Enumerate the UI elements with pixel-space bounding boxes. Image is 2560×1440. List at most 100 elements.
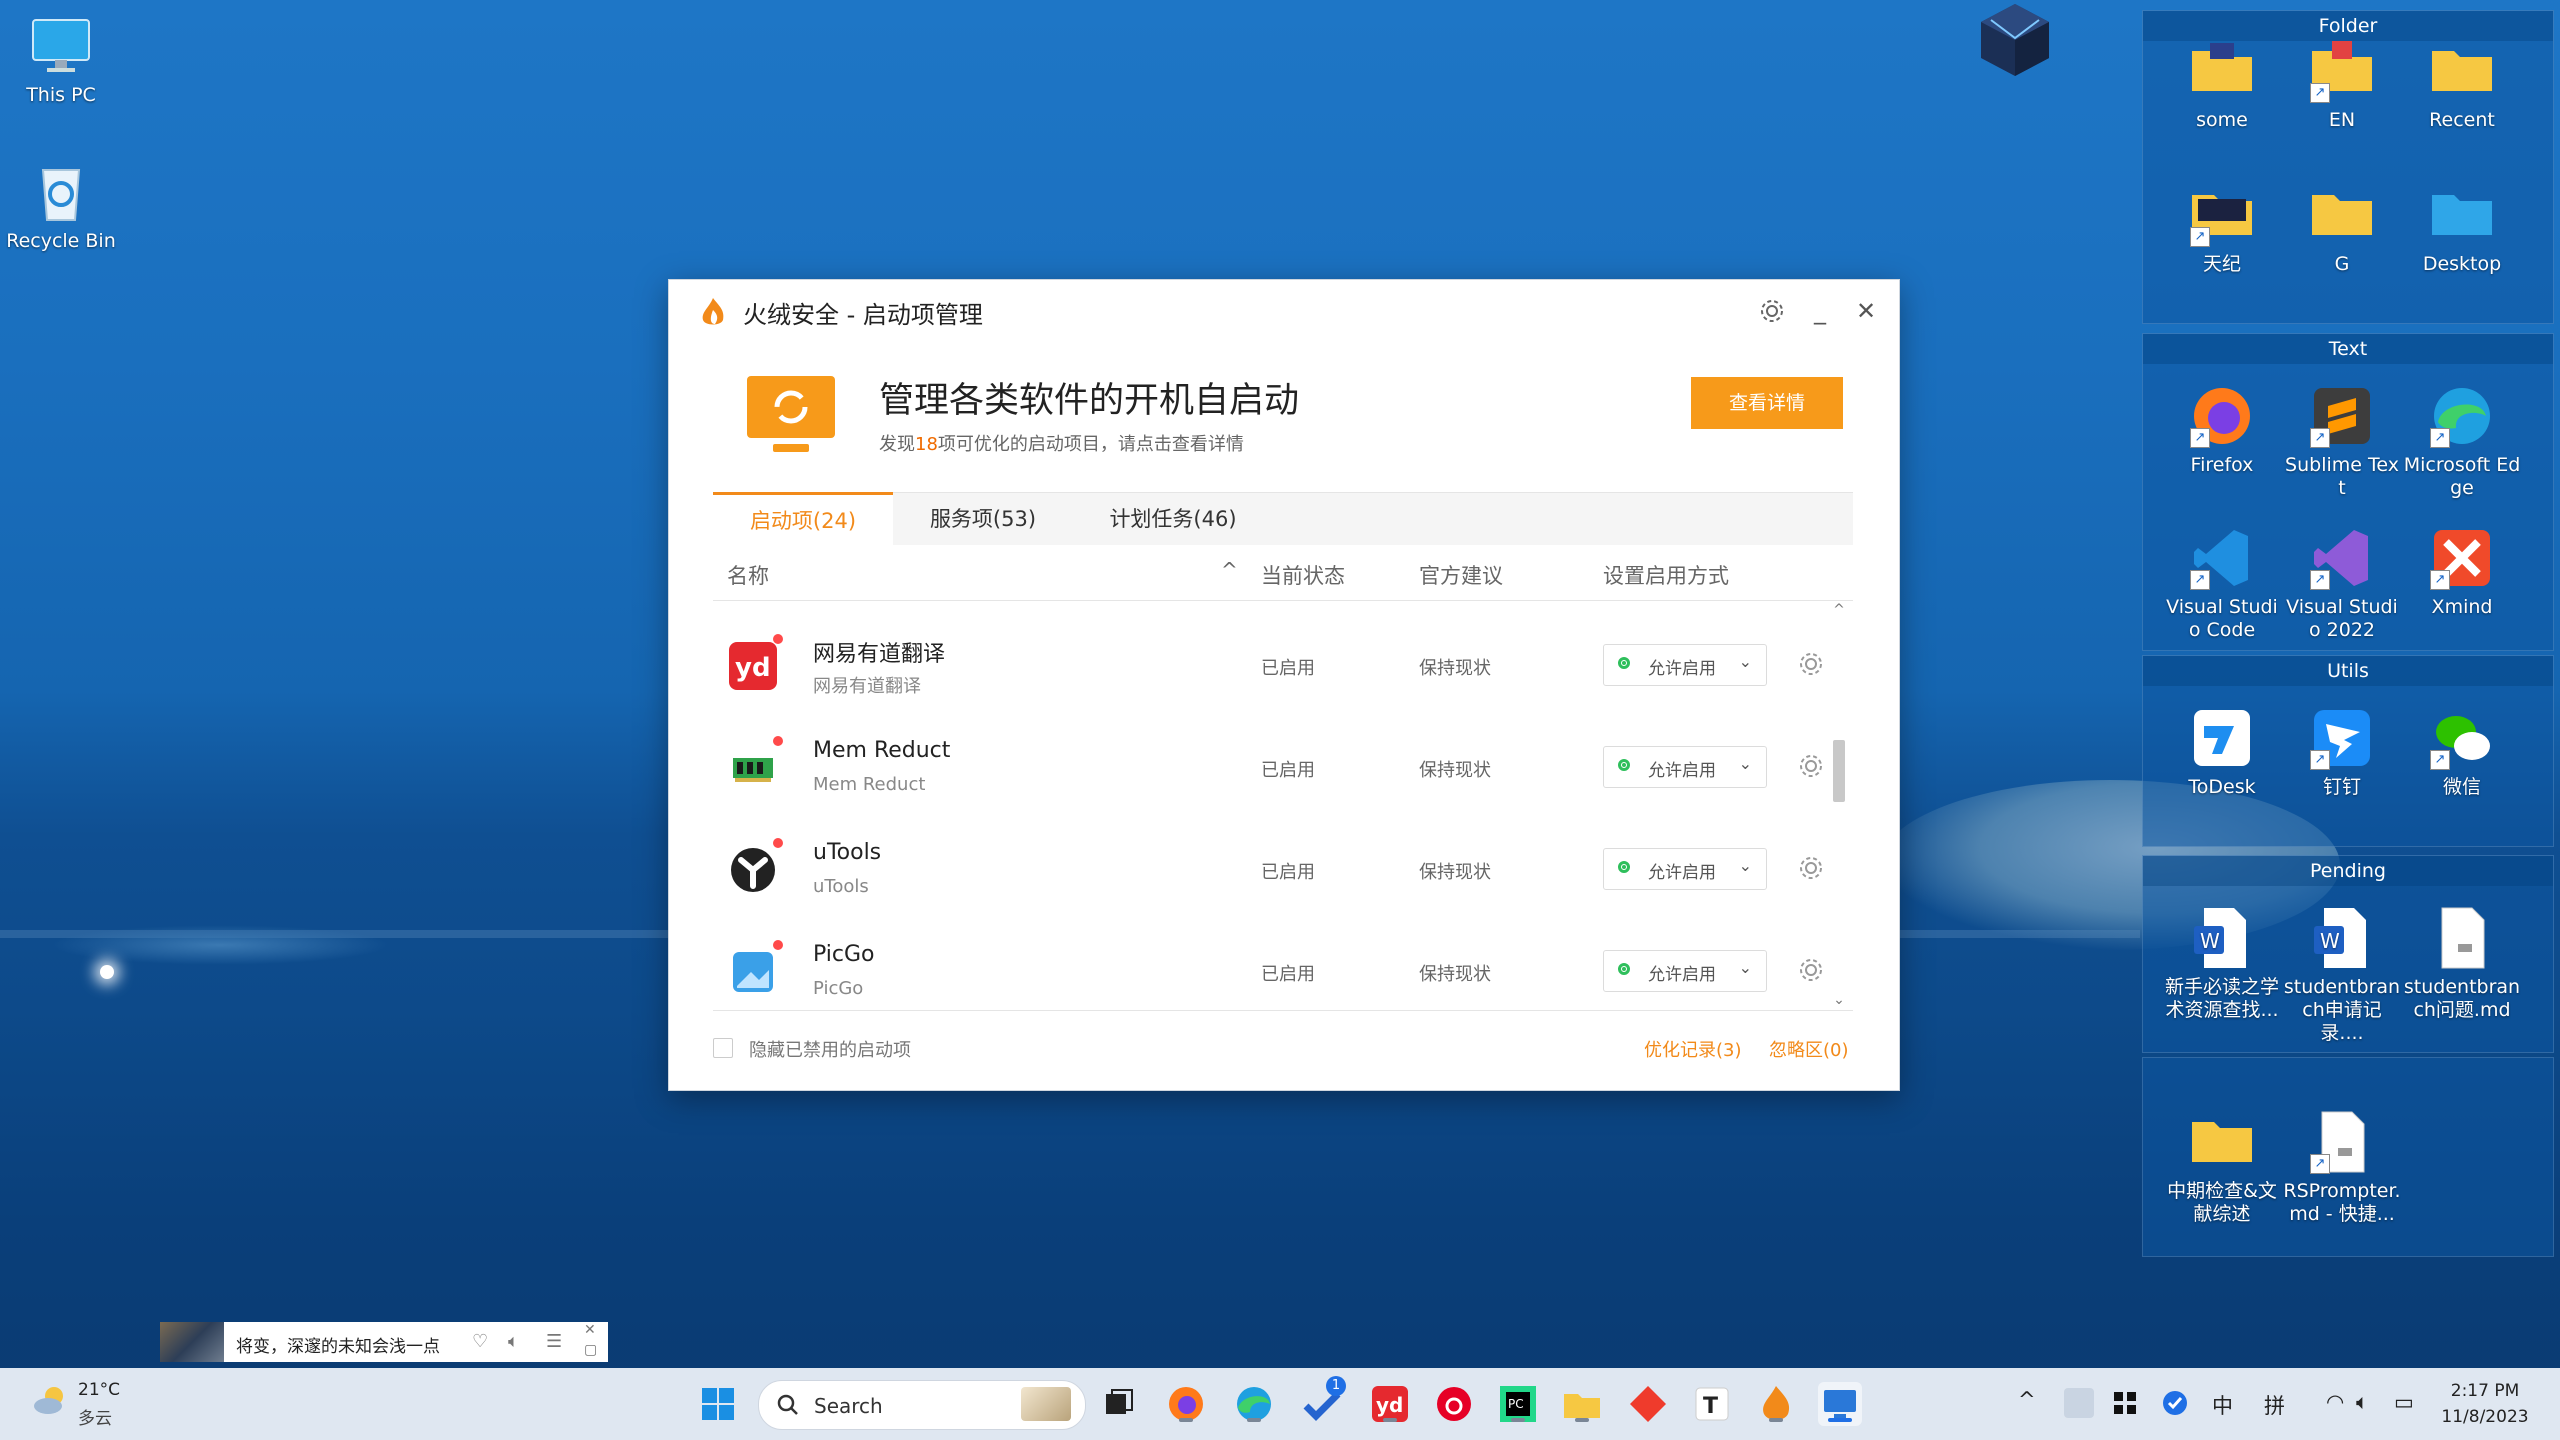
fence-utils: Utils ToDesk ↗ 钉钉 ↗ 微信 [2142, 655, 2554, 847]
row-settings-gear-icon[interactable] [1797, 956, 1825, 984]
fence-item-edge[interactable]: ↗ Microsoft Ed ge [2403, 382, 2521, 500]
scroll-up-arrow-icon[interactable]: ^ [1832, 602, 1846, 618]
music-lyrics-widget[interactable]: 将变，深邃的未知会浅一点 ♡ 🔈︎ ☰ ✕ ▢ [160, 1322, 608, 1362]
close-button[interactable]: ✕ [1849, 294, 1883, 328]
tray-check-icon[interactable] [2160, 1388, 2190, 1418]
hide-disabled-checkbox[interactable] [713, 1038, 733, 1058]
app-name: PicGo [813, 942, 875, 967]
app-publisher: 网易有道翻译 [813, 676, 921, 697]
minimize-button[interactable]: _ [1803, 294, 1837, 328]
table-row[interactable]: uTools uTools 已启用 保持现状 允许启用 ⌄ [713, 820, 1823, 922]
wifi-icon[interactable]: ◠ [2326, 1390, 2344, 1414]
footer-divider [713, 1010, 1853, 1011]
fence-item-recent[interactable]: Recent [2403, 37, 2521, 132]
fence-item-desktop[interactable]: Desktop [2403, 181, 2521, 276]
tab-startup-items[interactable]: 启动项(24) [713, 492, 893, 547]
official-advice: 保持现状 [1419, 964, 1491, 985]
table-row[interactable]: yd 网易有道翻译 网易有道翻译 已启用 保持现状 允许启用 ⌄ [713, 616, 1823, 718]
enable-mode-select[interactable]: 允许启用 ⌄ [1603, 746, 1767, 788]
fence-item-en[interactable]: ↗ EN [2283, 37, 2401, 132]
table-row[interactable]: Mem Reduct Mem Reduct 已启用 保持现状 允许启用 ⌄ [713, 718, 1823, 820]
sort-ascending-icon[interactable]: ^ [1221, 558, 1238, 582]
desktop-icon-recycle-bin[interactable]: Recycle Bin [6, 160, 116, 252]
youdao-taskbar-icon[interactable]: yd [1368, 1382, 1412, 1426]
todesk-icon [2188, 704, 2256, 772]
fence-item-xmind[interactable]: ↗ Xmind [2403, 524, 2521, 619]
running-indicator [1575, 1418, 1589, 1422]
tab-services[interactable]: 服务项(53) [893, 493, 1073, 545]
title-bar[interactable]: 火绒安全 - 启动项管理 _ ✕ [669, 280, 1899, 340]
fence-item-wechat[interactable]: ↗ 微信 [2403, 704, 2521, 799]
ignore-zone-link[interactable]: 忽略区(0) [1769, 1036, 1849, 1062]
fence-item-some[interactable]: some [2163, 37, 2281, 132]
todo-taskbar-icon[interactable]: 1 [1300, 1376, 1346, 1426]
netease-music-taskbar-icon[interactable] [1432, 1382, 1476, 1426]
fence-item-g[interactable]: G [2283, 181, 2401, 276]
playlist-icon[interactable]: ☰ [546, 1331, 562, 1352]
fence-folder: Folder some ↗ EN Recent ↗ 天纪 G Desktop [2142, 10, 2554, 324]
fence-item-sublime[interactable]: ↗ Sublime Tex t [2283, 382, 2401, 500]
ime-language[interactable]: 中 [2212, 1390, 2233, 1420]
typora-taskbar-icon[interactable]: T [1690, 1382, 1734, 1426]
row-settings-gear-icon[interactable] [1797, 854, 1825, 882]
enable-mode-select[interactable]: 允许启用 ⌄ [1603, 848, 1767, 890]
startup-manager-window: 火绒安全 - 启动项管理 _ ✕ 管理各类软件的开机自启动 发现18项可优化的启… [668, 279, 1900, 1091]
tab-scheduled-tasks[interactable]: 计划任务(46) [1073, 493, 1273, 545]
fence-item-firefox[interactable]: ↗ Firefox [2163, 382, 2281, 477]
scrollbar-thumb[interactable] [1833, 740, 1845, 802]
fence-item-doc-2[interactable]: W studentbran ch申请记录.... [2283, 904, 2401, 1045]
search-highlight-image [1021, 1387, 1071, 1421]
row-settings-gear-icon[interactable] [1797, 752, 1825, 780]
optimizable-count: 18 [915, 434, 938, 455]
fence-item-md-1[interactable]: studentbran ch问题.md [2403, 904, 2521, 1022]
column-name[interactable]: 名称 [727, 560, 769, 590]
system-clock[interactable]: 2:17 PM 11/8/2023 [2430, 1378, 2540, 1430]
desktop-icon-label: Recycle Bin [6, 230, 116, 252]
folder-icon [2428, 37, 2496, 105]
fence-item-visual-studio[interactable]: ↗ Visual Studi o 2022 [2283, 524, 2401, 642]
ime-mode[interactable]: 拼 [2264, 1390, 2285, 1420]
heart-icon[interactable]: ♡ [472, 1331, 488, 1352]
weather-widget[interactable]: 21°C 多云 [30, 1380, 120, 1429]
table-row[interactable]: PicGo PicGo 已启用 保持现状 允许启用 ⌄ [713, 922, 1823, 1024]
firefox-taskbar-icon[interactable] [1164, 1382, 1208, 1426]
show-hidden-icons-chevron-icon[interactable]: ^ [2018, 1388, 2036, 1412]
settings-gear-icon[interactable] [1755, 294, 1789, 328]
desktop-icon-this-pc[interactable]: This PC [6, 14, 116, 106]
view-details-button[interactable]: 查看详情 [1691, 377, 1843, 429]
enable-mode-select[interactable]: 允许启用 ⌄ [1603, 950, 1767, 992]
fence-item-vscode[interactable]: ↗ Visual Studi o Code [2163, 524, 2281, 642]
remote-desktop-taskbar-icon[interactable] [1818, 1382, 1862, 1426]
cube-widget-icon[interactable] [1975, 0, 2055, 80]
sublime-text-icon: ↗ [2308, 382, 2376, 450]
task-view-icon[interactable] [1096, 1382, 1140, 1426]
edge-taskbar-icon[interactable] [1232, 1382, 1276, 1426]
fence-item-midterm-folder[interactable]: 中期检查&文 献综述 [2163, 1108, 2281, 1226]
notification-badge: 1 [1326, 1376, 1346, 1396]
shortcut-arrow-icon: ↗ [2430, 570, 2450, 590]
fence-item-tianji[interactable]: ↗ 天纪 [2163, 181, 2281, 276]
battery-icon[interactable]: ▭ [2394, 1390, 2414, 1414]
row-settings-gear-icon[interactable] [1797, 650, 1825, 678]
fence-item-rsprompter[interactable]: ↗ RSPrompter. md - 快捷... [2283, 1108, 2401, 1226]
optimize-log-link[interactable]: 优化记录(3) [1644, 1036, 1742, 1062]
expand-icon[interactable]: ▢ [584, 1342, 597, 1358]
fence-item-doc-1[interactable]: W 新手必读之学 术资源查找... [2163, 904, 2281, 1022]
tray-app-icon[interactable] [2064, 1388, 2094, 1418]
taskbar-search[interactable]: Search [758, 1380, 1086, 1430]
enable-mode-select[interactable]: 允许启用 ⌄ [1603, 644, 1767, 686]
file-explorer-taskbar-icon[interactable] [1560, 1382, 1604, 1426]
album-art [160, 1322, 224, 1362]
close-icon[interactable]: ✕ [584, 1322, 596, 1338]
fence-item-dingtalk[interactable]: ↗ 钉钉 [2283, 704, 2401, 799]
fence-item-todesk[interactable]: ToDesk [2163, 704, 2281, 799]
volume-icon[interactable]: 🔈︎ [508, 1331, 519, 1352]
scroll-down-arrow-icon[interactable]: ⌄ [1832, 992, 1846, 1008]
huorong-taskbar-icon[interactable] [1754, 1382, 1798, 1426]
diamond-app-taskbar-icon[interactable] [1626, 1382, 1670, 1426]
windows-start-icon[interactable] [696, 1382, 740, 1426]
tray-grid-icon[interactable] [2110, 1388, 2140, 1418]
hide-disabled-label[interactable]: 隐藏已禁用的启动项 [749, 1036, 911, 1062]
volume-icon[interactable]: 🔈︎ [2356, 1390, 2369, 1415]
pycharm-taskbar-icon[interactable]: PC [1496, 1382, 1540, 1426]
